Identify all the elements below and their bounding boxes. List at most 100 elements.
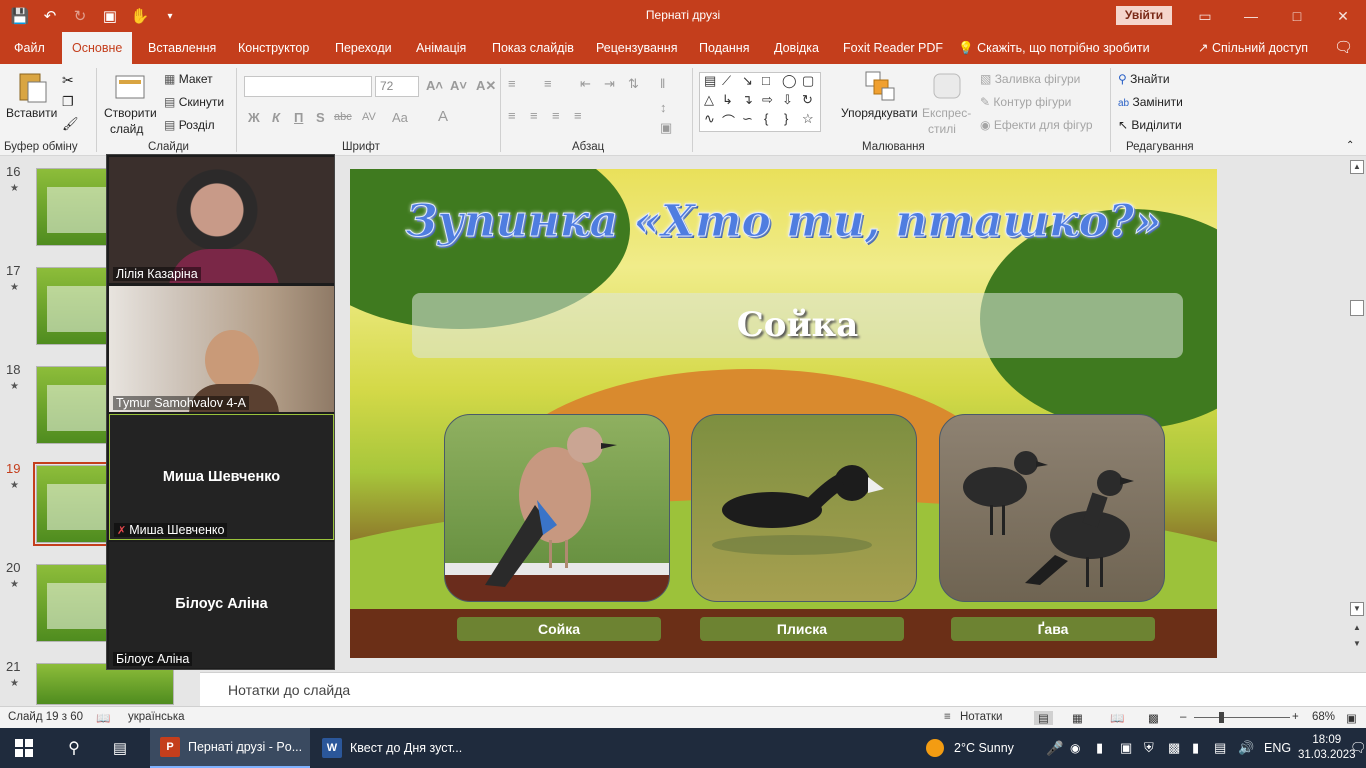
share-button[interactable]: ↗ Спільний доступ	[1198, 32, 1308, 64]
elbow-connector-shape-icon[interactable]: ↳	[722, 92, 733, 108]
paste-icon[interactable]	[16, 70, 48, 103]
text-direction-icon[interactable]: ↕	[660, 100, 667, 115]
coot-photo[interactable]	[691, 414, 917, 602]
weather-widget[interactable]: 2°C Sunny	[926, 728, 1014, 768]
tab-animations[interactable]: Анімація	[416, 32, 466, 64]
justify-icon[interactable]: ≡	[574, 108, 582, 123]
vertical-scrollbar[interactable]: ▲ ▼ ▲ ▼	[1348, 156, 1366, 672]
search-icon[interactable]: ⚲	[62, 728, 86, 768]
tab-slide-show[interactable]: Показ слайдів	[492, 32, 574, 64]
tell-me-box[interactable]: 💡 Скажіть, що потрібно зробити	[958, 32, 1150, 64]
participant-tile[interactable]: Лілія Казаріна	[109, 157, 334, 283]
triangle-shape-icon[interactable]: △	[704, 92, 714, 108]
notes-icon[interactable]: ≡	[944, 711, 951, 723]
text-shadow-button[interactable]: S	[316, 110, 325, 125]
participant-tile[interactable]: Білоус Аліна Білоус Аліна	[109, 542, 334, 668]
freeform-shape-icon[interactable]: ∿	[704, 111, 715, 127]
taskbar-app-word[interactable]: W Квест до Дня зуст...	[312, 728, 472, 768]
quick-styles-button[interactable]: Експрес-	[922, 106, 971, 120]
line-shape-icon[interactable]: ⟋	[722, 73, 731, 89]
participant-tile[interactable]: Tymur Samohvalov 4-A	[109, 286, 334, 412]
arc-shape-icon[interactable]: ⌒	[722, 111, 735, 130]
slide-sorter-icon[interactable]: ▦	[1072, 711, 1083, 725]
arrow-line-shape-icon[interactable]: ↘	[742, 73, 753, 89]
oval-shape-icon[interactable]: ◯	[782, 73, 797, 89]
curved-arrow-shape-icon[interactable]: ↻	[802, 92, 813, 108]
numbering-icon[interactable]: ≡	[544, 76, 552, 91]
comments-icon[interactable]: 🗨	[1334, 32, 1353, 64]
tab-design[interactable]: Конструктор	[238, 32, 309, 64]
zoom-app-icon[interactable]: ◉	[1070, 728, 1080, 768]
shape-effects-button[interactable]: ◉ Ефекти для фігур	[980, 118, 1093, 132]
cut-icon[interactable]: ✂	[62, 72, 74, 89]
tab-file[interactable]: Файл	[14, 32, 45, 64]
format-painter-icon[interactable]: 🖌	[62, 116, 79, 132]
char-spacing-button[interactable]: AV	[362, 111, 376, 123]
video-call-panel[interactable]: Лілія Казаріна Tymur Samohvalov 4-A Миша…	[106, 154, 335, 670]
zoom-out-icon[interactable]: –	[1180, 711, 1186, 723]
underline-button[interactable]: П	[294, 110, 303, 125]
layout-button[interactable]: ▦ Макет	[164, 72, 213, 86]
paste-button[interactable]: Вставити	[6, 106, 57, 120]
next-slide-icon[interactable]: ▼	[1350, 638, 1364, 652]
maximize-icon[interactable]: □	[1274, 0, 1320, 32]
volume-icon[interactable]: 🔊	[1238, 728, 1254, 768]
redo-icon[interactable]: ↻	[68, 4, 92, 28]
left-brace-shape-icon[interactable]: {	[764, 111, 768, 126]
zoom-in-icon[interactable]: +	[1292, 711, 1299, 723]
increase-indent-icon[interactable]: ⇥	[604, 76, 615, 92]
clear-formatting-icon[interactable]: A✕	[476, 78, 496, 94]
rectangle-shape-icon[interactable]: □	[762, 73, 770, 88]
tab-home[interactable]: Основне	[62, 32, 133, 64]
change-case-button[interactable]: Aa	[392, 110, 408, 125]
tab-view[interactable]: Подання	[699, 32, 749, 64]
zoom-level[interactable]: 68%	[1312, 711, 1335, 723]
line-spacing-icon[interactable]: ⇅	[628, 76, 639, 92]
zoom-slider[interactable]	[1194, 717, 1290, 718]
participant-tile-speaking[interactable]: Миша Шевченко ✗ Миша Шевченко	[109, 414, 334, 540]
spellcheck-icon[interactable]: 📖	[96, 711, 110, 725]
battery-icon[interactable]: ▮	[1192, 728, 1199, 768]
smartart-icon[interactable]: ▣	[660, 120, 672, 136]
font-size-select[interactable]: 72	[375, 76, 419, 97]
app-tray-icon[interactable]: ▣	[1120, 728, 1132, 768]
start-from-beginning-icon[interactable]: ▣	[98, 4, 122, 28]
increase-font-icon[interactable]: A˄	[426, 78, 443, 93]
scroll-up-icon[interactable]: ▲	[1350, 160, 1364, 174]
task-view-icon[interactable]: ▤	[108, 728, 132, 768]
new-slide-icon[interactable]	[114, 70, 146, 102]
arrange-icon[interactable]	[864, 70, 896, 102]
shapes-gallery[interactable]: ▤ ⟋ ↘ □ ◯ ▢ △ ↳ ↴ ⇨ ⇩ ↻ ∿ ⌒ ∽ { } ☆	[699, 72, 821, 132]
down-arrow-shape-icon[interactable]: ⇩	[782, 92, 793, 108]
curved-connector-shape-icon[interactable]: ↴	[742, 92, 753, 108]
align-center-icon[interactable]: ≡	[530, 108, 538, 123]
slide[interactable]: Зупинка «Хто ти, пташко?» Сойка Сойка Пл…	[350, 169, 1217, 658]
tab-transitions[interactable]: Переходи	[335, 32, 392, 64]
defender-icon[interactable]: ⛨	[1144, 728, 1154, 768]
taskbar-app-powerpoint[interactable]: P Пернаті друзі - Po...	[150, 728, 310, 768]
notes-toggle-button[interactable]: Нотатки	[960, 711, 1002, 723]
slide-title[interactable]: Зупинка «Хто ти, пташко?»	[350, 196, 1217, 248]
ribbon-display-icon[interactable]: ▭	[1182, 0, 1228, 32]
normal-view-icon[interactable]: ▤	[1034, 711, 1053, 725]
tab-review[interactable]: Рецензування	[596, 32, 677, 64]
usb-icon[interactable]: ▮	[1096, 728, 1103, 768]
keyboard-language[interactable]: ENG	[1264, 728, 1291, 768]
previous-slide-icon[interactable]: ▲	[1350, 622, 1364, 636]
font-color-button[interactable]: A	[438, 108, 448, 125]
bird-label[interactable]: Сойка	[457, 617, 661, 641]
star-shape-icon[interactable]: ☆	[802, 111, 814, 127]
clock[interactable]: 18:09 31.03.2023	[1298, 728, 1356, 768]
microphone-icon[interactable]: 🎤	[1046, 728, 1063, 768]
touch-mode-icon[interactable]: ✋	[128, 4, 152, 28]
quick-styles-icon[interactable]	[932, 70, 964, 102]
reset-button[interactable]: ▤ Скинути	[164, 95, 224, 109]
curve-shape-icon[interactable]: ∽	[742, 111, 753, 127]
scrollbar-thumb[interactable]	[1350, 300, 1364, 316]
customize-icon[interactable]: ▾	[158, 4, 182, 28]
collapse-ribbon-icon[interactable]: ⌃	[1346, 140, 1354, 151]
new-slide-button-line2[interactable]: слайд	[110, 122, 143, 136]
tab-insert[interactable]: Вставлення	[148, 32, 216, 64]
textbox-shape-icon[interactable]: ▤	[704, 73, 716, 89]
align-right-icon[interactable]: ≡	[552, 108, 560, 123]
